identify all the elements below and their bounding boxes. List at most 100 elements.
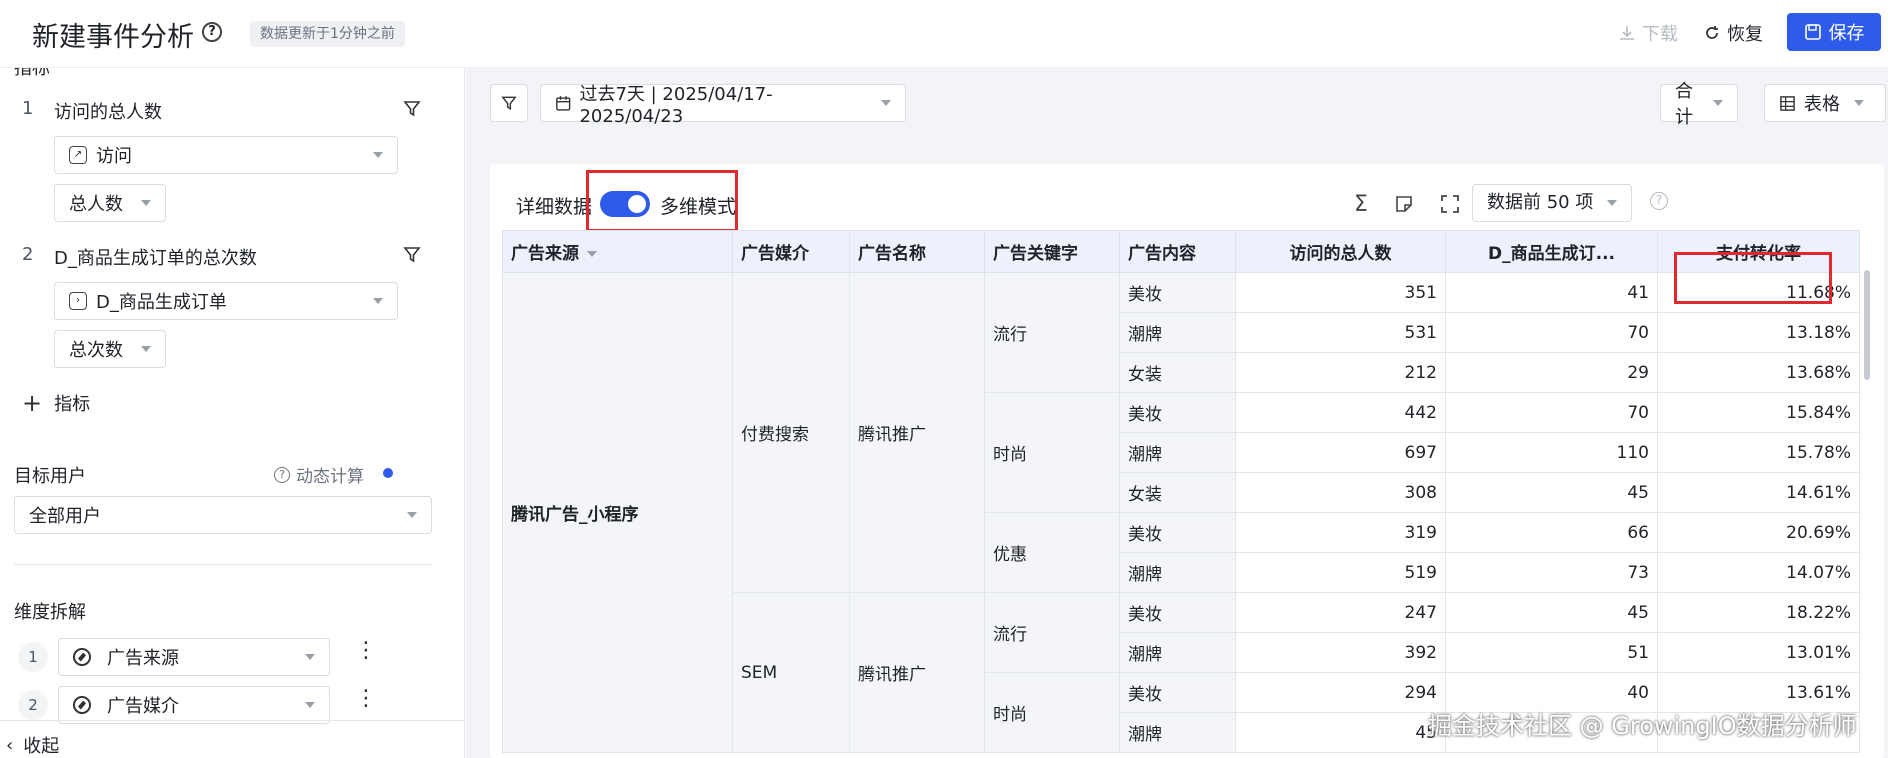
visitors-cell: 531: [1235, 312, 1446, 353]
ad-content-cell: 潮牌: [1119, 432, 1236, 473]
ad-content-cell: 美妆: [1119, 592, 1236, 633]
main-content: 过去7天 | 2025/04/17-2025/04/23 合计 表格 详细数据 …: [466, 68, 1888, 758]
column-header[interactable]: 广告内容: [1119, 230, 1236, 273]
table-scrollbar[interactable]: [1864, 270, 1870, 380]
dimension-value-2: 广告媒介: [107, 696, 179, 717]
table-row: 腾讯广告_小程序 付费搜索 腾讯推广 流行 美妆 351 41 11.68%: [502, 272, 1860, 753]
collapse-button[interactable]: ‹ 收起: [6, 732, 59, 758]
dimension-select-2[interactable]: 广告媒介: [58, 686, 330, 724]
dimension-select-1[interactable]: 广告来源: [58, 638, 330, 676]
conversion-rate-cell: 18.22%: [1657, 592, 1860, 633]
sort-icon[interactable]: [587, 251, 597, 257]
visitors-cell: 294: [1235, 672, 1446, 713]
help-icon[interactable]: ?: [202, 22, 222, 42]
metric-measure-select-1[interactable]: 总人数: [54, 184, 166, 222]
topn-select[interactable]: 数据前 50 项: [1472, 184, 1632, 222]
ad-content-cell: 女装: [1119, 352, 1236, 393]
dimension-number-2: 2: [18, 690, 48, 720]
dynamic-calc: ? 动态计算: [274, 462, 364, 487]
metric-measure-select-2[interactable]: 总次数: [54, 330, 166, 368]
column-header[interactable]: 广告媒介: [732, 230, 850, 273]
orders-cell: 66: [1445, 512, 1658, 553]
column-header[interactable]: 广告来源: [502, 230, 733, 273]
chevron-down-icon: [305, 702, 315, 708]
table-header-row: 广告来源 广告媒介 广告名称 广告关键字 广告内容 访问的总人数 D_商品生成订... 支付转…: [502, 230, 1860, 273]
target-users-select[interactable]: 全部用户: [14, 496, 432, 534]
dimension-value-1: 广告来源: [107, 648, 179, 669]
more-icon[interactable]: ⋮: [355, 688, 377, 710]
orders-cell: 29: [1445, 352, 1658, 393]
visitors-cell: 212: [1235, 352, 1446, 393]
conversion-rate-cell: 13.18%: [1657, 312, 1860, 353]
event-icon: ↗: [69, 146, 87, 164]
column-header[interactable]: 访问的总人数: [1235, 230, 1446, 273]
date-range-picker[interactable]: 过去7天 | 2025/04/17-2025/04/23: [540, 84, 906, 127]
ad-keyword-cell: 流行: [984, 592, 1120, 673]
sum-icon[interactable]: Σ: [1354, 192, 1368, 217]
ad-content-cell: 潮牌: [1119, 632, 1236, 673]
filter-icon[interactable]: [403, 246, 421, 264]
conversion-rate-cell: 20.69%: [1657, 512, 1860, 553]
column-header[interactable]: 广告关键字: [984, 230, 1120, 273]
chevron-down-icon: [1607, 200, 1617, 206]
plus-icon: +: [22, 389, 43, 417]
topn-value: 数据前 50 项: [1487, 192, 1594, 213]
chevron-left-icon: ‹: [6, 734, 14, 756]
chevron-down-icon: [373, 152, 383, 158]
save-button[interactable]: 保存: [1787, 13, 1881, 51]
divider: [14, 564, 432, 565]
metric-number-2: 2: [22, 244, 34, 265]
question-icon[interactable]: ?: [1650, 192, 1668, 210]
highlight-box: [1674, 252, 1832, 304]
visitors-cell: 247: [1235, 592, 1446, 633]
ad-content-cell: 潮牌: [1119, 312, 1236, 353]
ad-content-cell: 潮牌: [1119, 712, 1236, 753]
view-type-select[interactable]: 表格: [1764, 84, 1886, 122]
metric-event-select-2[interactable]: › D_商品生成订单: [54, 282, 398, 320]
add-metric-button[interactable]: + 指标: [22, 390, 90, 416]
fullscreen-icon[interactable]: [1440, 194, 1460, 214]
table-icon: [1780, 95, 1795, 111]
target-users-value: 全部用户: [29, 506, 101, 527]
aggregate-select[interactable]: 合计: [1660, 81, 1738, 128]
more-icon[interactable]: ⋮: [355, 640, 377, 662]
ad-content-cell: 潮牌: [1119, 552, 1236, 593]
detail-data-table: 广告来源 广告媒介 广告名称 广告关键字 广告内容 访问的总人数 D_商品生成订... 支付转…: [502, 230, 1860, 753]
ad-content-cell: 美妆: [1119, 512, 1236, 553]
chevron-down-icon: [407, 512, 417, 518]
watermark: 掘金技术社区 @ GrowingIO数据分析师: [1428, 712, 1857, 740]
column-header-label: 广告来源: [511, 244, 579, 264]
filter-icon: [501, 96, 517, 110]
column-header[interactable]: 广告名称: [849, 230, 985, 273]
metric-event-select-1[interactable]: ↗ 访问: [54, 136, 398, 174]
filter-icon[interactable]: [403, 100, 421, 118]
metric-name-1: 访问的总人数: [54, 102, 162, 123]
chevron-down-icon: [305, 654, 315, 660]
conversion-rate-cell: 13.01%: [1657, 632, 1860, 673]
edit-note-icon[interactable]: [1394, 194, 1414, 214]
visitors-cell: 392: [1235, 632, 1446, 673]
metric-measure-value-1: 总人数: [69, 194, 123, 215]
card-title: 详细数据: [516, 196, 593, 218]
visitors-cell: 697: [1235, 432, 1446, 473]
visitors-cell: 319: [1235, 512, 1446, 553]
ad-content-cell: 美妆: [1119, 392, 1236, 433]
visitors-cell: 45: [1235, 712, 1446, 753]
calendar-icon: [556, 95, 571, 111]
column-header[interactable]: D_商品生成订...: [1445, 230, 1658, 273]
metrics-section-title: 指标: [14, 68, 50, 79]
restore-button[interactable]: 恢复: [1703, 20, 1763, 46]
visitors-cell: 308: [1235, 472, 1446, 513]
chevron-down-icon: [1854, 100, 1864, 106]
config-sidebar: 指标 1 访问的总人数 ↗ 访问 总人数 2 D_商品生成订单的总次数 › D_…: [0, 68, 465, 758]
filter-button[interactable]: [490, 84, 528, 122]
detail-data-card: 详细数据 多维模式 Σ 数据前 50 项 ? 广告来源 广告媒介 广告名称 广告关键字…: [490, 164, 1884, 758]
download-button[interactable]: 下载: [1618, 20, 1678, 46]
dynamic-calc-toggle[interactable]: [380, 464, 414, 482]
save-label: 保存: [1828, 23, 1865, 44]
chevron-down-icon: [141, 200, 151, 206]
dimension-section-title: 维度拆解: [14, 602, 86, 623]
orders-cell: 70: [1445, 312, 1658, 353]
ad-content-cell: 女装: [1119, 472, 1236, 513]
target-users-title: 目标用户: [14, 466, 86, 487]
